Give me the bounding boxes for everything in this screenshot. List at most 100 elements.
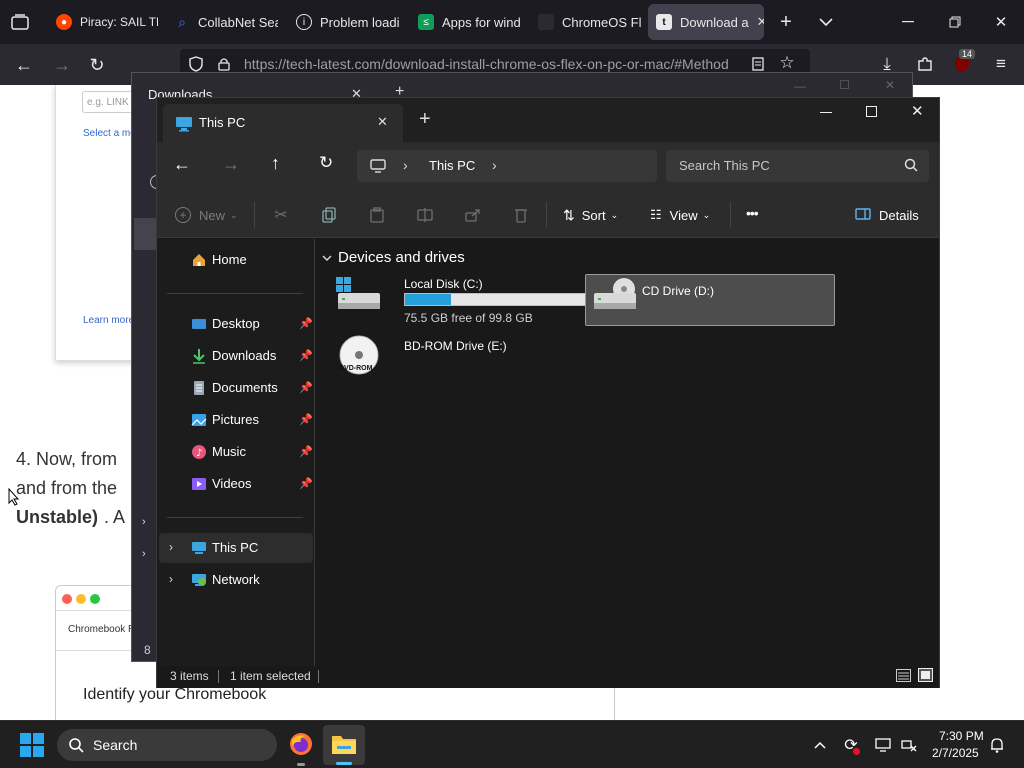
section-header[interactable]: Devices and drives bbox=[322, 247, 465, 267]
nav-item-music[interactable]: ♪ Music 📌 bbox=[159, 437, 313, 467]
downloads-maximize-icon[interactable]: ☐ bbox=[839, 78, 850, 92]
cut-icon[interactable]: ✂ bbox=[269, 203, 293, 227]
downloads-close-window-icon[interactable]: ✕ bbox=[885, 78, 895, 92]
pin-icon[interactable]: 📌 bbox=[299, 477, 313, 490]
clock-time[interactable]: 7:30 PM bbox=[939, 729, 984, 743]
explorer-toolbar: + New ⌄ ✂ ⇅ Sort ⌄ ☷ View ⌄ ••• Details bbox=[157, 192, 939, 238]
back-icon[interactable]: ← bbox=[12, 53, 36, 77]
new-tab-icon[interactable]: + bbox=[774, 10, 798, 34]
browser-tab-5[interactable]: ChromeOS Fle bbox=[530, 4, 642, 40]
file-explorer-taskbar-button[interactable] bbox=[323, 725, 365, 765]
minimize-icon[interactable] bbox=[898, 12, 918, 32]
maximize-icon[interactable] bbox=[866, 106, 877, 117]
notification-bell-icon[interactable] bbox=[987, 735, 1007, 755]
browser-tab-active[interactable]: t Download a ✕ bbox=[648, 4, 764, 40]
more-options-icon[interactable]: ••• bbox=[746, 205, 759, 221]
item-count: 3 items bbox=[170, 669, 209, 683]
extensions-icon[interactable] bbox=[914, 53, 936, 75]
tab-overview-icon[interactable] bbox=[10, 12, 30, 32]
url-text[interactable]: https://tech-latest.com/download-install… bbox=[244, 56, 740, 72]
learn-more-link[interactable]: Learn more bbox=[83, 315, 134, 326]
search-icon[interactable] bbox=[904, 158, 918, 175]
rename-icon[interactable] bbox=[413, 203, 437, 227]
minimize-icon[interactable] bbox=[820, 112, 832, 113]
copy-icon[interactable] bbox=[317, 203, 341, 227]
search-input[interactable]: Search This PC bbox=[666, 150, 929, 182]
lock-icon[interactable] bbox=[216, 56, 232, 72]
bookmark-star-icon[interactable]: ☆ bbox=[778, 53, 796, 72]
drive-name: CD Drive (D:) bbox=[642, 284, 714, 298]
network-status-icon[interactable] bbox=[899, 735, 919, 755]
taskbar-search[interactable]: Search bbox=[57, 729, 277, 761]
nav-item-downloads[interactable]: Downloads 📌 bbox=[159, 341, 313, 371]
pin-icon[interactable]: 📌 bbox=[299, 381, 313, 394]
select-model-text[interactable]: Select a mo bbox=[83, 128, 136, 139]
drive-item-d[interactable]: CD Drive (D:) bbox=[585, 274, 835, 326]
nav-item-desktop[interactable]: Desktop 📌 bbox=[159, 309, 313, 339]
downloads-minimize-icon[interactable]: — bbox=[794, 79, 806, 93]
pin-icon[interactable]: 📌 bbox=[299, 349, 313, 362]
dvd-disc-label: DVD-ROM bbox=[339, 365, 373, 372]
show-hidden-icons[interactable] bbox=[810, 735, 830, 755]
pin-icon[interactable]: 📌 bbox=[299, 317, 313, 330]
pin-icon[interactable]: 📌 bbox=[299, 445, 313, 458]
sort-button[interactable]: ⇅ Sort ⌄ bbox=[563, 204, 618, 226]
breadcrumb-item[interactable]: This PC bbox=[429, 158, 475, 173]
close-window-icon[interactable]: ✕ bbox=[991, 12, 1011, 32]
breadcrumb-chevron-icon[interactable]: › bbox=[403, 157, 408, 173]
browser-tab-2[interactable]: ⌕ CollabNet Sea bbox=[166, 4, 278, 40]
up-arrow-icon[interactable]: ↑ bbox=[271, 153, 280, 174]
firefox-icon[interactable] bbox=[289, 732, 313, 759]
downloads-chevron-icon[interactable]: › bbox=[142, 548, 146, 560]
clock-date[interactable]: 2/7/2025 bbox=[932, 746, 979, 760]
nav-item-network[interactable]: › Network bbox=[159, 565, 313, 595]
close-tab-icon[interactable]: ✕ bbox=[757, 14, 764, 30]
sync-alert-dot bbox=[853, 748, 860, 755]
paste-icon[interactable] bbox=[365, 203, 389, 227]
forward-arrow-icon[interactable]: → bbox=[222, 154, 240, 175]
restore-icon[interactable] bbox=[945, 12, 965, 32]
menu-icon[interactable]: ≡ bbox=[990, 53, 1012, 75]
downloads-list-item[interactable] bbox=[134, 218, 156, 250]
explorer-tab[interactable]: This PC ✕ bbox=[163, 104, 403, 142]
new-button[interactable]: + New ⌄ bbox=[175, 204, 238, 226]
refresh-icon[interactable]: ↻ bbox=[319, 153, 333, 173]
view-button[interactable]: ☷ View ⌄ bbox=[650, 204, 710, 226]
downloads-chevron-icon[interactable]: › bbox=[142, 516, 146, 528]
forward-icon[interactable]: → bbox=[50, 53, 74, 77]
breadcrumb[interactable]: › This PC › bbox=[357, 150, 657, 182]
browser-tab-1[interactable]: ● Piracy: SAIL THE bbox=[48, 4, 158, 40]
share-icon[interactable] bbox=[461, 203, 485, 227]
drive-item-c[interactable]: Local Disk (C:) 75.5 GB free of 99.8 GB bbox=[334, 273, 604, 325]
search-icon bbox=[68, 737, 84, 756]
chevron-right-icon[interactable]: › bbox=[169, 572, 173, 586]
back-arrow-icon[interactable]: ← bbox=[173, 154, 191, 175]
nav-item-pictures[interactable]: Pictures 📌 bbox=[159, 405, 313, 435]
close-tab-icon[interactable]: ✕ bbox=[377, 114, 388, 130]
nav-item-videos[interactable]: Videos 📌 bbox=[159, 469, 313, 499]
drive-name: BD-ROM Drive (E:) bbox=[404, 339, 507, 353]
pin-icon[interactable]: 📌 bbox=[299, 413, 313, 426]
browser-tab-3[interactable]: i Problem loadin bbox=[288, 4, 400, 40]
tiles-view-icon[interactable] bbox=[918, 668, 933, 685]
nav-item-documents[interactable]: Documents 📌 bbox=[159, 373, 313, 403]
taskbar-active-indicator bbox=[336, 762, 352, 765]
nav-item-this-pc[interactable]: › This PC bbox=[159, 533, 313, 563]
reload-icon[interactable]: ↻ bbox=[85, 53, 109, 77]
drive-item-e[interactable]: DVD-ROM BD-ROM Drive (E:) bbox=[334, 335, 604, 383]
browser-tab-4[interactable]: ≤ Apps for wind bbox=[410, 4, 522, 40]
start-icon[interactable] bbox=[20, 733, 44, 760]
close-icon[interactable]: ✕ bbox=[911, 102, 924, 120]
breadcrumb-chevron-icon[interactable]: › bbox=[492, 157, 497, 173]
details-view-icon[interactable] bbox=[896, 669, 911, 685]
display-icon[interactable] bbox=[873, 735, 893, 755]
list-tabs-icon[interactable] bbox=[814, 10, 838, 34]
details-pane-icon bbox=[855, 207, 871, 223]
chevron-right-icon[interactable]: › bbox=[169, 540, 173, 554]
details-button[interactable]: Details bbox=[855, 204, 919, 226]
reader-view-icon[interactable] bbox=[750, 56, 766, 72]
shield-icon[interactable] bbox=[188, 56, 204, 72]
new-tab-icon[interactable]: + bbox=[419, 108, 431, 131]
nav-item-home[interactable]: Home bbox=[159, 245, 313, 275]
delete-icon[interactable] bbox=[509, 203, 533, 227]
